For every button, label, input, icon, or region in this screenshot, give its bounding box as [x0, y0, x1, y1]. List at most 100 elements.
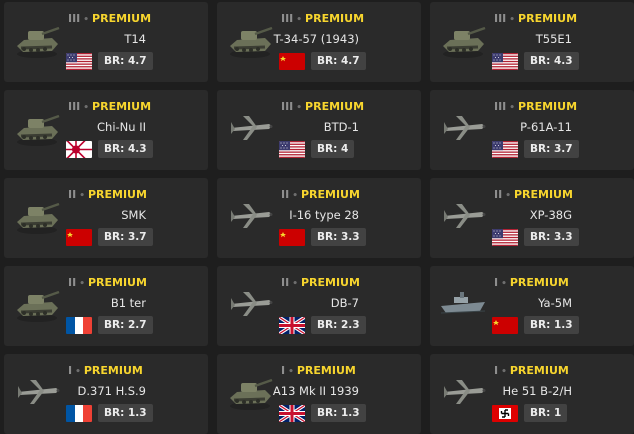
- separator-dot: •: [296, 15, 303, 25]
- tier-label: I: [494, 276, 499, 289]
- uk-flag-icon: [279, 317, 305, 334]
- premium-label: PREMIUM: [83, 364, 143, 377]
- separator-dot: •: [75, 367, 81, 377]
- usa-flag-icon: [492, 53, 518, 70]
- tank-icon: [225, 14, 275, 64]
- vehicle-name: P-61A-11: [520, 120, 572, 134]
- tier-line: I • PREMIUM: [494, 276, 569, 289]
- uk-flag-icon: [279, 405, 305, 422]
- tier-line: III • PREMIUM: [494, 12, 577, 25]
- tier-label: III: [494, 12, 507, 25]
- tier-label: II: [281, 276, 290, 289]
- separator-dot: •: [83, 15, 90, 25]
- vehicle-name: T55E1: [535, 32, 572, 46]
- vehicle-card[interactable]: III • PREMIUM T14 BR: 4.7: [4, 2, 208, 82]
- premium-label: PREMIUM: [296, 364, 356, 377]
- vehicle-card[interactable]: II • PREMIUM DB-7 BR: 2.3: [217, 266, 421, 346]
- vehicle-card[interactable]: III • PREMIUM Chi-Nu II BR: 4.3: [4, 90, 208, 170]
- vehicle-card[interactable]: II • PREMIUM B1 ter BR: 2.7: [4, 266, 208, 346]
- tank-icon: [12, 14, 62, 64]
- battle-rating-badge: BR: 4.7: [98, 52, 153, 70]
- battle-rating-badge: BR: 3.7: [524, 140, 579, 158]
- battle-rating-badge: BR: 4.3: [98, 140, 153, 158]
- vehicle-name: T-34-57 (1943): [273, 32, 359, 46]
- vehicle-card[interactable]: III • PREMIUM BTD-1 BR: 4: [217, 90, 421, 170]
- tier-label: I: [68, 364, 73, 377]
- tier-line: I • PREMIUM: [494, 364, 569, 377]
- vehicle-card[interactable]: III • PREMIUM T55E1 BR: 4.3: [430, 2, 634, 82]
- tier-label: II: [494, 188, 503, 201]
- separator-dot: •: [292, 191, 298, 201]
- tier-label: III: [494, 100, 507, 113]
- vehicle-name: DB-7: [330, 296, 359, 310]
- vehicle-name: I-16 type 28: [289, 208, 359, 222]
- separator-dot: •: [288, 367, 294, 377]
- premium-label: PREMIUM: [518, 12, 578, 25]
- tier-line: III • PREMIUM: [494, 100, 577, 113]
- separator-dot: •: [292, 279, 298, 289]
- tier-line: II • PREMIUM: [494, 188, 573, 201]
- battle-rating-badge: BR: 3.3: [311, 228, 366, 246]
- premium-label: PREMIUM: [305, 100, 365, 113]
- vehicle-card[interactable]: I • PREMIUM D.371 H.S.9 BR: 1.3: [4, 354, 208, 434]
- premium-label: PREMIUM: [87, 188, 147, 201]
- premium-label: PREMIUM: [518, 100, 578, 113]
- battle-rating-badge: BR: 2.7: [98, 316, 153, 334]
- vehicle-card[interactable]: II • PREMIUM I-16 type 28 BR: 3.3: [217, 178, 421, 258]
- vehicle-card[interactable]: III • PREMIUM P-61A-11 BR: 3.7: [430, 90, 634, 170]
- vehicle-card[interactable]: I • PREMIUM He 51 B-2/H BR: 1: [430, 354, 634, 434]
- vehicle-card[interactable]: I • PREMIUM A13 Mk II 1939 BR: 1.3: [217, 354, 421, 434]
- tank-icon: [12, 278, 62, 328]
- separator-dot: •: [505, 191, 511, 201]
- separator-dot: •: [501, 367, 507, 377]
- battle-rating-badge: BR: 4.3: [524, 52, 579, 70]
- tier-label: I: [494, 364, 499, 377]
- vehicle-card[interactable]: I • PREMIUM Ya-5M BR: 1.3: [430, 266, 634, 346]
- tier-line: III • PREMIUM: [68, 100, 151, 113]
- vehicle-card[interactable]: II • PREMIUM SMK BR: 3.7: [4, 178, 208, 258]
- ussr-flag-icon: [279, 53, 305, 70]
- plane-icon: [438, 190, 488, 240]
- battle-rating-badge: BR: 3.3: [524, 228, 579, 246]
- premium-label: PREMIUM: [513, 188, 573, 201]
- separator-dot: •: [296, 103, 303, 113]
- japan-flag-icon: [66, 141, 92, 158]
- tank-icon: [438, 14, 488, 64]
- separator-dot: •: [509, 103, 516, 113]
- tier-line: II • PREMIUM: [68, 188, 147, 201]
- tier-label: III: [281, 12, 294, 25]
- battle-rating-badge: BR: 4.7: [311, 52, 366, 70]
- premium-label: PREMIUM: [92, 12, 152, 25]
- vehicle-card[interactable]: III • PREMIUM T-34-57 (1943) BR: 4.7: [217, 2, 421, 82]
- battle-rating-badge: BR: 4: [311, 140, 355, 158]
- separator-dot: •: [501, 279, 507, 289]
- vehicle-name: B1 ter: [110, 296, 146, 310]
- vehicle-name: BTD-1: [323, 120, 359, 134]
- separator-dot: •: [79, 279, 85, 289]
- vehicle-name: A13 Mk II 1939: [272, 384, 359, 398]
- vehicle-name: Chi-Nu II: [97, 120, 146, 134]
- plane-icon: [12, 366, 62, 416]
- premium-label: PREMIUM: [300, 188, 360, 201]
- usa-flag-icon: [279, 141, 305, 158]
- battle-rating-badge: BR: 1: [524, 404, 568, 422]
- battle-rating-badge: BR: 1.3: [524, 316, 579, 334]
- battle-rating-badge: BR: 2.3: [311, 316, 366, 334]
- vehicle-card[interactable]: II • PREMIUM XP-38G BR: 3.3: [430, 178, 634, 258]
- premium-label: PREMIUM: [305, 12, 365, 25]
- vehicle-name: Ya-5M: [538, 296, 572, 310]
- premium-label: PREMIUM: [87, 276, 147, 289]
- tier-label: III: [68, 12, 81, 25]
- tier-line: I • PREMIUM: [281, 364, 356, 377]
- vehicle-grid: III • PREMIUM T14 BR: 4.7 III • PREMIUM T-34…: [0, 0, 634, 434]
- separator-dot: •: [79, 191, 85, 201]
- vehicle-name: He 51 B-2/H: [502, 384, 572, 398]
- battle-rating-badge: BR: 1.3: [98, 404, 153, 422]
- tank-icon: [225, 366, 275, 416]
- tank-icon: [12, 190, 62, 240]
- plane-icon: [225, 102, 275, 152]
- tier-line: II • PREMIUM: [68, 276, 147, 289]
- usa-flag-icon: [66, 53, 92, 70]
- vehicle-name: XP-38G: [529, 208, 572, 222]
- tier-label: I: [281, 364, 286, 377]
